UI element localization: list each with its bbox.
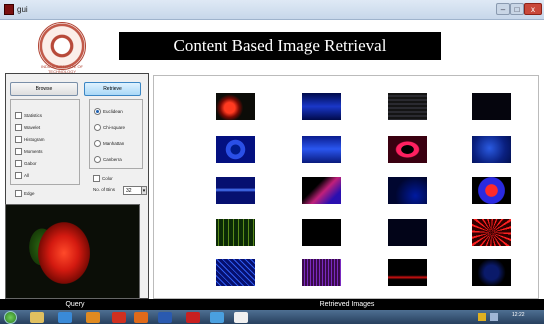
feature-label: Histogram bbox=[24, 137, 45, 142]
word-icon[interactable] bbox=[158, 312, 172, 323]
radio-icon bbox=[94, 108, 101, 116]
retrieved-caption: Retrieved Images bbox=[319, 301, 375, 308]
bins-label: No. of Bins bbox=[93, 187, 116, 192]
maximize-button[interactable]: □ bbox=[510, 3, 524, 15]
paint-icon[interactable] bbox=[210, 312, 224, 323]
matlab-app-icon bbox=[4, 4, 14, 15]
feature-checkbox[interactable]: Wavelet bbox=[15, 124, 45, 132]
checkbox-icon bbox=[93, 175, 100, 183]
feature-checkbox[interactable]: Statistics bbox=[15, 112, 45, 120]
edge-checkbox[interactable]: Edge bbox=[15, 190, 35, 198]
feature-checkbox-list: Statistics Wavelet Histogram Moments Gabor Al… bbox=[15, 112, 45, 184]
window-title-bar bbox=[0, 0, 544, 20]
distance-radio[interactable]: Euclidean bbox=[94, 108, 125, 116]
feature-label: Statistics bbox=[24, 113, 43, 118]
distance-label: Chi-square bbox=[103, 125, 126, 130]
page-title: Content Based Image Retrieval bbox=[119, 32, 441, 60]
institute-seal-logo bbox=[38, 22, 86, 70]
checkbox-icon bbox=[15, 124, 22, 132]
distance-label: Canberra bbox=[103, 157, 122, 162]
chevron-down-icon[interactable]: ▾ bbox=[141, 186, 147, 195]
checkbox-icon bbox=[15, 160, 22, 168]
checkbox-icon bbox=[15, 112, 22, 120]
notepad-icon[interactable] bbox=[234, 312, 248, 323]
browse-button[interactable]: Browse bbox=[10, 82, 78, 96]
distance-radio[interactable]: Manhattan bbox=[94, 140, 125, 148]
retrieve-button[interactable]: Retrieve bbox=[84, 82, 141, 96]
feature-label: Gabor bbox=[24, 161, 37, 166]
flag-icon[interactable] bbox=[478, 313, 486, 321]
pdf-icon[interactable] bbox=[186, 312, 200, 323]
distance-radio[interactable]: Chi-square bbox=[94, 124, 125, 132]
minimize-button[interactable]: – bbox=[496, 3, 510, 15]
taskbar bbox=[0, 310, 544, 324]
radio-icon bbox=[94, 156, 101, 164]
matlab-icon[interactable] bbox=[134, 312, 148, 323]
query-caption: Query bbox=[65, 301, 85, 308]
window-title: gui bbox=[17, 5, 28, 14]
color-label: Color bbox=[102, 176, 113, 181]
media-icon[interactable] bbox=[86, 312, 100, 323]
feature-label: Moments bbox=[24, 149, 43, 154]
distance-radio-list: Euclidean Chi-square Manhattan Canberra bbox=[94, 108, 125, 172]
feature-label: All bbox=[24, 173, 30, 178]
checkbox-icon bbox=[15, 136, 22, 144]
checkbox-icon bbox=[15, 148, 22, 156]
network-icon[interactable] bbox=[490, 313, 498, 321]
explorer-icon[interactable] bbox=[30, 312, 44, 323]
browser-icon[interactable] bbox=[58, 312, 72, 323]
feature-checkbox[interactable]: All bbox=[15, 172, 45, 180]
checkbox-icon bbox=[15, 190, 22, 198]
feature-label: Wavelet bbox=[24, 125, 41, 130]
start-button-icon[interactable] bbox=[4, 311, 17, 324]
feature-checkbox[interactable]: Histogram bbox=[15, 136, 45, 144]
query-image bbox=[5, 204, 140, 299]
chrome-icon[interactable] bbox=[112, 312, 126, 323]
close-button[interactable]: x bbox=[524, 3, 542, 15]
radio-icon bbox=[94, 124, 101, 132]
feature-checkbox[interactable]: Moments bbox=[15, 148, 45, 156]
distance-label: Manhattan bbox=[103, 141, 125, 146]
checkbox-icon bbox=[15, 172, 22, 180]
distance-label: Euclidean bbox=[103, 109, 123, 114]
color-checkbox[interactable]: Color bbox=[93, 175, 113, 183]
distance-radio[interactable]: Canberra bbox=[94, 156, 125, 164]
clock: 12:22 bbox=[512, 312, 525, 318]
retrieved-images-panel bbox=[153, 75, 539, 299]
edge-label: Edge bbox=[24, 191, 35, 196]
feature-checkbox[interactable]: Gabor bbox=[15, 160, 45, 168]
radio-icon bbox=[94, 140, 101, 148]
